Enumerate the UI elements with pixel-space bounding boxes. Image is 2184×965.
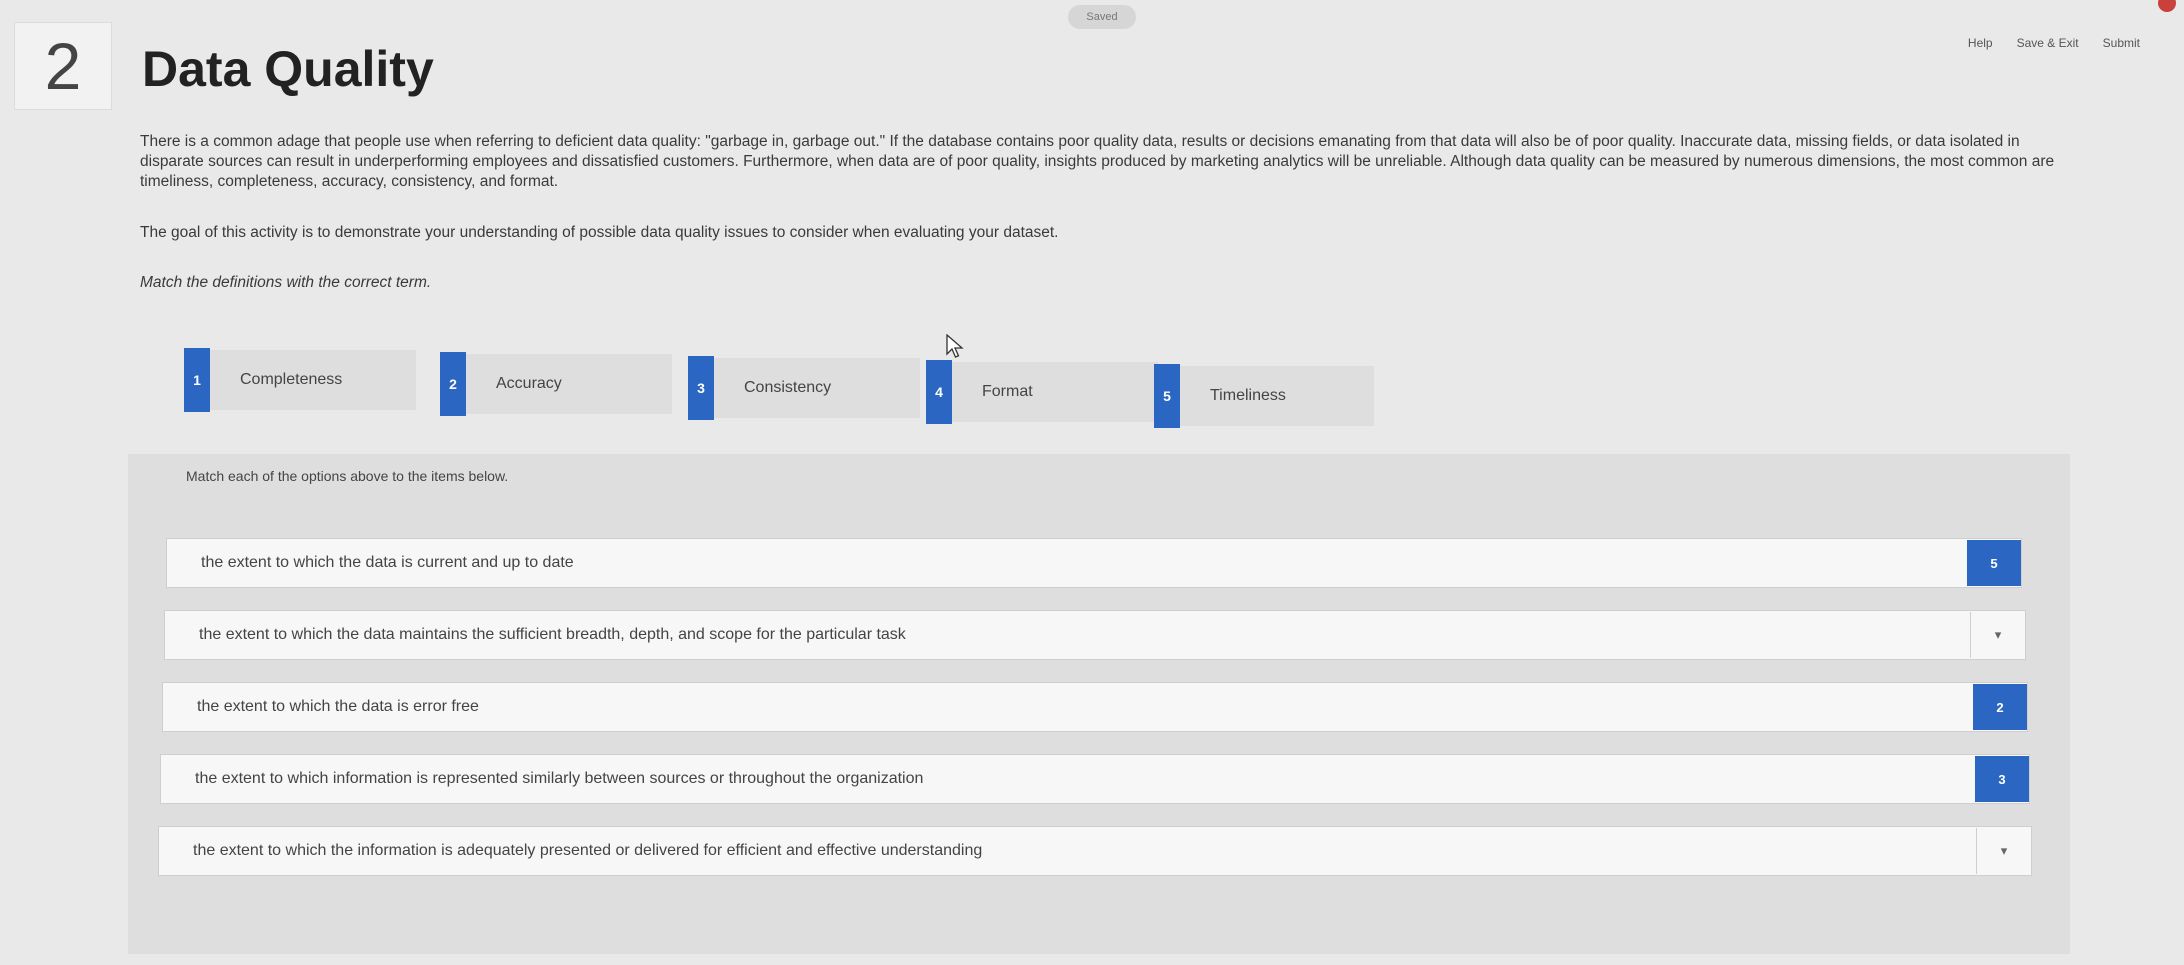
question-title: Data Quality (142, 41, 434, 97)
option-accuracy[interactable]: 2 Accuracy (440, 352, 672, 416)
mouse-pointer-icon (946, 334, 964, 358)
match-item-text: the extent to which the data is error fr… (197, 698, 479, 715)
match-item-format: the extent to which the information is a… (158, 826, 2032, 876)
top-links: Help Save & Exit Submit (1968, 36, 2140, 50)
answer-dropdown[interactable]: ▾ (1976, 828, 2031, 874)
goal-text: The goal of this activity is to demonstr… (140, 224, 1059, 241)
match-item-text: the extent to which the data is current … (201, 554, 574, 571)
option-timeliness[interactable]: 5 Timeliness (1154, 364, 1374, 428)
answer-dropdown[interactable]: 3 (1975, 756, 2029, 802)
match-item-timeliness: the extent to which the data is current … (166, 538, 2022, 588)
notification-dot-icon (2158, 0, 2176, 12)
option-label: Completeness (240, 371, 343, 388)
match-item-text: the extent to which the information is a… (193, 842, 983, 859)
option-label: Consistency (744, 379, 832, 396)
option-label: Timeliness (1210, 387, 1286, 404)
option-number-badge: 1 (184, 348, 210, 412)
option-number-badge: 4 (926, 360, 952, 424)
save-exit-link[interactable]: Save & Exit (2017, 36, 2079, 50)
option-number-badge: 2 (440, 352, 466, 416)
submit-link[interactable]: Submit (2103, 36, 2140, 50)
match-item-completeness: the extent to which the data maintains t… (164, 610, 2026, 660)
answer-dropdown[interactable]: 5 (1967, 540, 2021, 586)
saved-status: Saved (1068, 5, 1136, 29)
option-completeness[interactable]: 1 Completeness (184, 348, 416, 412)
instruction-text: Match the definitions with the correct t… (140, 274, 432, 291)
option-format[interactable]: 4 Format (926, 360, 1158, 424)
panel-instruction: Match each of the options above to the i… (186, 468, 509, 484)
question-number: 2 (14, 22, 112, 110)
match-item-text: the extent to which the data maintains t… (199, 626, 906, 643)
option-number-badge: 3 (688, 356, 714, 420)
option-consistency[interactable]: 3 Consistency (688, 356, 920, 420)
match-item-text: the extent to which information is repre… (195, 770, 924, 787)
answer-dropdown[interactable]: 2 (1973, 684, 2027, 730)
option-number-badge: 5 (1154, 364, 1180, 428)
match-item-accuracy: the extent to which the data is error fr… (162, 682, 2028, 732)
answer-dropdown[interactable]: ▾ (1970, 612, 2025, 658)
match-item-consistency: the extent to which information is repre… (160, 754, 2030, 804)
option-label: Format (982, 383, 1033, 400)
option-label: Accuracy (496, 375, 562, 392)
intro-text: There is a common adage that people use … (140, 133, 2055, 190)
help-link[interactable]: Help (1968, 36, 1993, 50)
